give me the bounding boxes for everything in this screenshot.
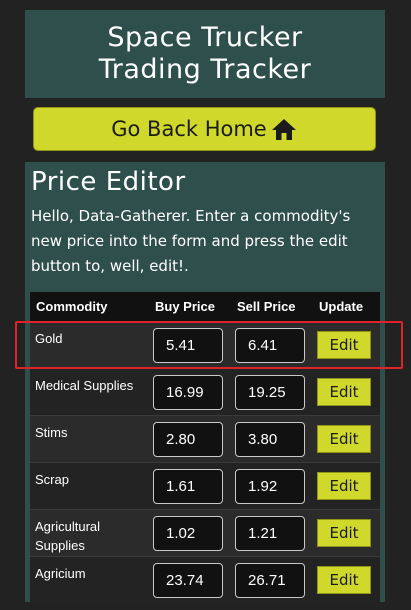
update-cell: Edit [313,368,380,416]
edit-button[interactable]: Edit [317,472,371,500]
table-row: Agricultural Supplies Edit [30,509,380,557]
home-button-label: Go Back Home [111,117,267,141]
site-title-line1: Space Trucker [107,22,303,53]
column-header-sell-price: Sell Price [231,292,313,322]
commodity-name: Scrap [30,462,149,510]
table-row: Scrap Edit [30,462,380,510]
edit-button[interactable]: Edit [317,519,371,547]
table-header-row: Commodity Buy Price Sell Price Update [30,292,380,322]
sell-price-cell [231,556,313,604]
table-row: Agricium Edit [30,556,380,604]
buy-price-cell [149,509,231,557]
site-header: Space Trucker Trading Tracker [25,10,385,98]
buy-price-input[interactable] [153,422,223,457]
main-column: Space Trucker Trading Tracker Go Back Ho… [25,10,385,610]
buy-price-cell [149,321,231,369]
column-header-commodity: Commodity [30,292,149,322]
sell-price-input[interactable] [235,516,305,551]
commodity-name: Gold [30,321,149,369]
table-row: Gold Edit [30,321,380,369]
edit-button[interactable]: Edit [317,331,371,359]
update-cell: Edit [313,462,380,510]
update-cell: Edit [313,556,380,604]
update-cell: Edit [313,415,380,463]
buy-price-input[interactable] [153,328,223,363]
site-title-line2: Trading Tracker [98,54,312,85]
table-row: Stims Edit [30,415,380,463]
update-cell: Edit [313,509,380,557]
commodity-name: Medical Supplies [30,368,149,416]
table-row: Medical Supplies Edit [30,368,380,416]
buy-price-input[interactable] [153,469,223,504]
sell-price-input[interactable] [235,328,305,363]
buy-price-input[interactable] [153,563,223,598]
commodity-table: Commodity Buy Price Sell Price Update Go… [30,292,380,604]
home-icon [271,119,296,140]
update-cell: Edit [313,321,380,369]
edit-button[interactable]: Edit [317,566,371,594]
sell-price-cell [231,509,313,557]
table-body: GoldEditMedical SuppliesEditStimsEditScr… [30,321,380,604]
buy-price-input[interactable] [153,516,223,551]
commodity-name: Agricultural Supplies [30,509,149,557]
sell-price-cell [231,462,313,510]
column-header-update: Update [313,292,380,322]
column-header-buy-price: Buy Price [149,292,231,322]
buy-price-cell [149,415,231,463]
page-title: Price Editor [31,167,186,197]
commodity-name: Stims [30,415,149,463]
buy-price-cell [149,462,231,510]
edit-button[interactable]: Edit [317,425,371,453]
sell-price-cell [231,415,313,463]
go-back-home-button[interactable]: Go Back Home [33,107,376,151]
buy-price-cell [149,368,231,416]
buy-price-input[interactable] [153,375,223,410]
sell-price-input[interactable] [235,375,305,410]
price-editor-panel: Price Editor Hello, Data-Gatherer. Enter… [25,162,385,604]
sell-price-input[interactable] [235,563,305,598]
commodity-name: Agricium [30,556,149,604]
buy-price-cell [149,556,231,604]
sell-price-cell [231,321,313,369]
sell-price-input[interactable] [235,422,305,457]
edit-button[interactable]: Edit [317,378,371,406]
sell-price-input[interactable] [235,469,305,504]
intro-text: Hello, Data-Gatherer. Enter a commodity'… [31,207,351,275]
sell-price-cell [231,368,313,416]
